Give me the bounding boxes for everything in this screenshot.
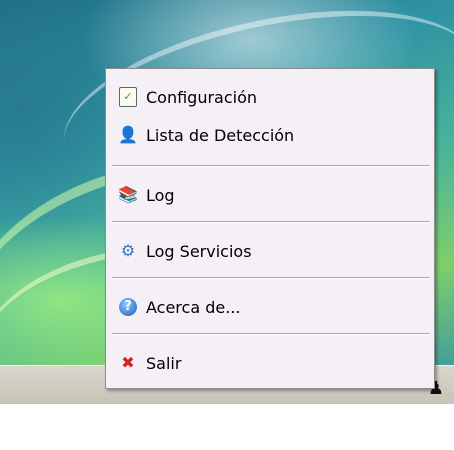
help-icon: ? — [118, 297, 138, 317]
menu-item-label: Salir — [146, 353, 182, 373]
menu-separator — [112, 277, 430, 279]
menu-item-log[interactable]: 📚 Log — [112, 179, 428, 211]
person-icon: 👤 — [118, 125, 138, 144]
menu-item-label: Log Servicios — [146, 241, 252, 261]
menu-item-label: Acerca de... — [146, 297, 241, 317]
menu-item-label: Configuración — [146, 87, 258, 107]
menu-separator — [112, 221, 430, 223]
menu-item-log-servicios[interactable]: ⚙ Log Servicios — [112, 235, 428, 267]
tray-context-menu: ✓ Configuración 👤 Lista de Detección 📚 L… — [105, 68, 435, 389]
services-gears-icon: ⚙ — [120, 241, 136, 260]
books-icon: 📚 — [118, 185, 138, 204]
menu-separator — [112, 333, 430, 335]
menu-item-configuracion[interactable]: ✓ Configuración — [112, 81, 428, 113]
menu-item-lista-deteccion[interactable]: 👤 Lista de Detección — [112, 119, 428, 151]
menu-item-salir[interactable]: ✖ Salir — [112, 347, 428, 379]
settings-document-icon: ✓ — [118, 87, 138, 107]
menu-item-label: Lista de Detección — [146, 125, 295, 145]
menu-separator — [112, 165, 430, 167]
exit-x-icon: ✖ — [121, 353, 135, 372]
menu-item-label: Log — [146, 185, 175, 205]
menu-item-acerca-de[interactable]: ? Acerca de... — [112, 291, 428, 323]
